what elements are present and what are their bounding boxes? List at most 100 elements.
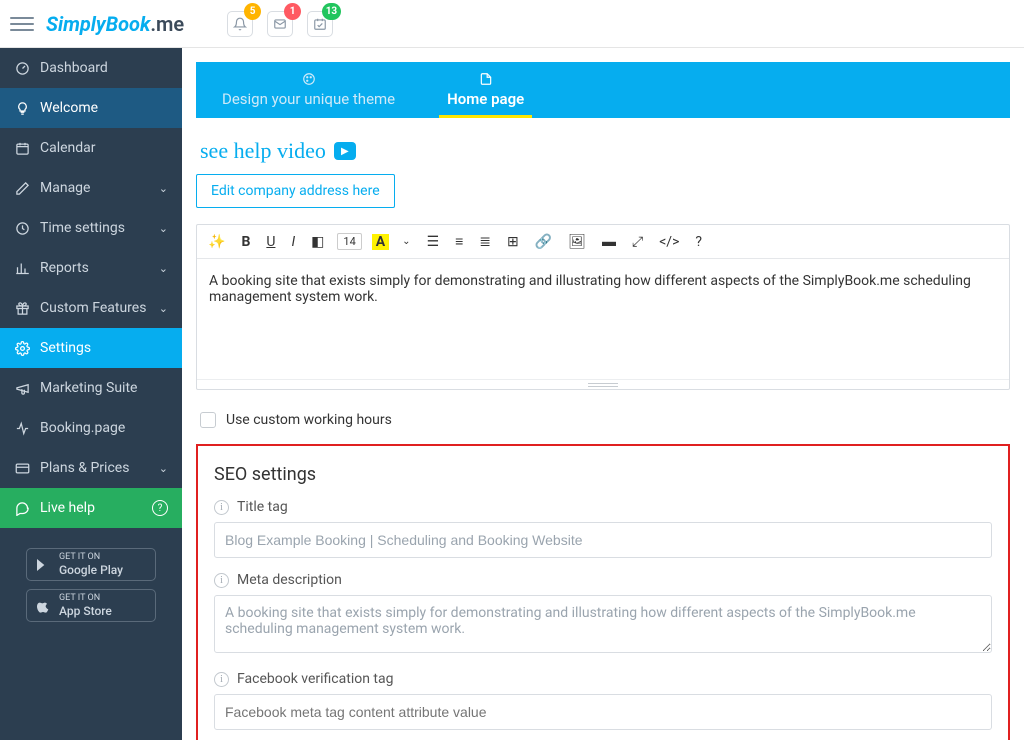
cal-badge: 13 [322, 3, 341, 20]
sidebar-item-marketing-suite[interactable]: Marketing Suite [0, 368, 182, 408]
fullscreen-icon[interactable]: ⤢ [629, 232, 646, 252]
table-icon[interactable]: ⊞ [504, 232, 522, 252]
calendar-check-icon[interactable]: 13 [307, 11, 333, 37]
sidebar-item-label: Live help [40, 500, 95, 516]
editor-textarea[interactable]: A booking site that exists simply for de… [197, 259, 1009, 379]
chevron-down-icon[interactable]: ⌄ [399, 234, 413, 249]
sidebar-item-welcome[interactable]: Welcome [0, 88, 182, 128]
sidebar-item-reports[interactable]: Reports ⌄ [0, 248, 182, 288]
chevron-down-icon: ⌄ [159, 462, 168, 475]
sidebar-item-settings[interactable]: Settings [0, 328, 182, 368]
sidebar: Dashboard Welcome Calendar Manage ⌄ Time… [0, 48, 182, 740]
info-icon[interactable]: i [214, 573, 229, 588]
editor-toolbar: ✨ B U I ◧ 14 A ⌄ ☰ ≡ ≣ ⊞ 🔗 🖼 ▬ ⤢ </> [197, 225, 1009, 259]
sidebar-item-label: Time settings [40, 220, 125, 236]
sidebar-item-label: Manage [40, 180, 90, 196]
notifications-bell-icon[interactable]: 5 [227, 11, 253, 37]
sidebar-item-label: Booking.page [40, 420, 125, 436]
megaphone-icon [14, 381, 30, 396]
logo[interactable]: SimplyBook.me [46, 12, 184, 36]
help-icon[interactable]: ? [692, 232, 705, 252]
app-store-badge[interactable]: GET IT ONApp Store [26, 589, 156, 622]
help-video-link[interactable]: see help video ▶ [200, 138, 1010, 164]
link-icon[interactable]: 🔗 [532, 232, 555, 252]
google-play-badge[interactable]: GET IT ONGoogle Play [26, 548, 156, 581]
align-icon[interactable]: ≣ [476, 232, 494, 252]
info-icon[interactable]: i [214, 500, 229, 515]
header-icon-group: 5 1 13 [227, 11, 333, 37]
top-header: SimplyBook.me 5 1 13 [0, 0, 1024, 48]
sidebar-item-label: Reports [40, 260, 89, 276]
gift-icon [14, 301, 30, 316]
page-icon [479, 72, 493, 88]
card-icon [14, 461, 30, 476]
rich-text-editor: ✨ B U I ◧ 14 A ⌄ ☰ ≡ ≣ ⊞ 🔗 🖼 ▬ ⤢ </> [196, 224, 1010, 390]
bulb-icon [14, 101, 30, 116]
magic-icon[interactable]: ✨ [205, 232, 228, 252]
resize-handle[interactable] [197, 379, 1009, 389]
tab-bar: Design your unique theme Home page [196, 62, 1010, 118]
sidebar-item-label: Calendar [40, 140, 96, 156]
mail-icon[interactable]: 1 [267, 11, 293, 37]
text-color-button[interactable]: A [372, 234, 389, 250]
help-video-label: see help video [200, 138, 326, 164]
sidebar-item-custom-features[interactable]: Custom Features ⌄ [0, 288, 182, 328]
tab-label: Design your unique theme [222, 90, 395, 108]
list-ul-icon[interactable]: ☰ [424, 232, 443, 252]
sidebar-item-calendar[interactable]: Calendar [0, 128, 182, 168]
title-tag-label: Title tag [237, 499, 288, 515]
image-icon[interactable]: 🖼 [565, 232, 589, 252]
video-icon[interactable]: ▬ [599, 231, 619, 252]
palette-icon [302, 72, 316, 88]
help-icon: ? [152, 500, 168, 516]
chat-icon [14, 501, 30, 516]
calendar-icon [14, 141, 30, 156]
sidebar-item-live-help[interactable]: Live help ? [0, 488, 182, 528]
sidebar-item-label: Dashboard [40, 60, 108, 76]
tab-home-page[interactable]: Home page [421, 62, 550, 118]
underline-button[interactable]: U [263, 232, 278, 252]
seo-heading: SEO settings [214, 464, 992, 485]
facebook-verification-input[interactable] [214, 694, 992, 730]
logo-text-b: .me [150, 12, 184, 36]
chevron-down-icon: ⌄ [159, 262, 168, 275]
tab-design-theme[interactable]: Design your unique theme [196, 62, 421, 118]
sidebar-item-manage[interactable]: Manage ⌄ [0, 168, 182, 208]
custom-hours-checkbox[interactable] [200, 412, 216, 428]
pulse-icon [14, 421, 30, 436]
main-content: Design your unique theme Home page see h… [182, 48, 1024, 740]
hamburger-menu-icon[interactable] [10, 12, 34, 36]
edit-company-address-button[interactable]: Edit company address here [196, 174, 395, 208]
meta-description-label: Meta description [237, 572, 342, 588]
sidebar-item-time-settings[interactable]: Time settings ⌄ [0, 208, 182, 248]
info-icon[interactable]: i [214, 672, 229, 687]
pencil-icon [14, 181, 30, 196]
sidebar-item-plans-prices[interactable]: Plans & Prices ⌄ [0, 448, 182, 488]
tab-label: Home page [447, 90, 524, 108]
sidebar-item-dashboard[interactable]: Dashboard [0, 48, 182, 88]
sidebar-item-label: Settings [40, 340, 91, 356]
chevron-down-icon: ⌄ [159, 302, 168, 315]
custom-hours-row: Use custom working hours [200, 412, 1010, 428]
list-ol-icon[interactable]: ≡ [452, 231, 466, 252]
mail-badge: 1 [284, 3, 301, 20]
play-icon: ▶ [334, 142, 356, 160]
chart-icon [14, 261, 30, 276]
bell-badge: 5 [244, 3, 261, 20]
eraser-icon[interactable]: ◧ [308, 232, 327, 252]
italic-button[interactable]: I [288, 232, 298, 252]
clock-icon [14, 221, 30, 236]
meta-description-textarea[interactable] [214, 595, 992, 653]
title-tag-input[interactable] [214, 522, 992, 558]
sidebar-item-label: Welcome [40, 100, 98, 116]
gear-icon [14, 341, 30, 356]
sidebar-item-label: Plans & Prices [40, 460, 129, 476]
seo-settings-section: SEO settings i Title tag i Meta descript… [196, 444, 1010, 740]
code-view-icon[interactable]: </> [656, 232, 682, 252]
bold-button[interactable]: B [238, 232, 253, 252]
sidebar-item-booking-page[interactable]: Booking.page [0, 408, 182, 448]
font-size-select[interactable]: 14 [337, 233, 361, 250]
facebook-verification-label: Facebook verification tag [237, 671, 393, 687]
logo-text-a: SimplyBook [46, 12, 150, 36]
sidebar-item-label: Custom Features [40, 300, 146, 316]
